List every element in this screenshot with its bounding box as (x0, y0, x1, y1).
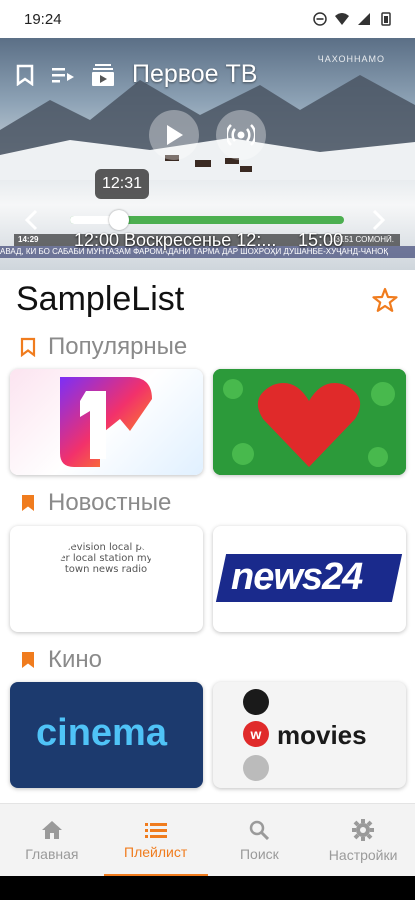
nav-label: Плейлист (124, 843, 188, 860)
prev-channel-icon[interactable] (22, 208, 42, 232)
playlist-title: SampleList (16, 280, 185, 318)
nav-label: Главная (25, 845, 79, 862)
epg-end-time: 15:00 (298, 230, 344, 250)
news24-text: news24 (231, 556, 363, 598)
channel-card-hearts[interactable] (213, 369, 406, 475)
channel-card-mytown[interactable]: television local paper local station my … (10, 526, 203, 632)
section-news: Новостные (20, 489, 171, 517)
bottom-navigation: Главная Плейлист Поиск Настройки (0, 803, 415, 877)
dnd-icon (313, 12, 327, 26)
bookmark-filled-icon (22, 495, 34, 511)
battery-icon (381, 12, 391, 26)
nav-label: Поиск (239, 845, 279, 862)
system-nav-bar (0, 876, 415, 900)
hearts-logo (213, 369, 406, 475)
nav-label: Настройки (328, 846, 398, 863)
section-popular: Популярные (20, 333, 187, 361)
section-cinema: Кино (20, 646, 102, 674)
video-player[interactable]: ЧАХОННАМО Первое ТВ 12:31 14:29 ...3151 … (0, 38, 415, 270)
signal-icon (358, 13, 370, 25)
channel-title: Первое ТВ (132, 60, 258, 88)
seek-bar[interactable] (70, 210, 344, 230)
seek-time-bubble: 12:31 (95, 169, 149, 199)
bookmark-filled-icon (22, 652, 34, 668)
nav-settings[interactable]: Настройки (311, 804, 415, 877)
cast-button[interactable] (216, 110, 266, 160)
mytown-words: television local paper local station my … (57, 542, 155, 575)
mytown-wordcloud: television local paper local station my … (56, 534, 156, 624)
wmovies-text: movies (277, 720, 367, 750)
epg-program: 12:00 Воскресенье 12:... (74, 230, 277, 250)
home-icon (41, 820, 62, 839)
gear-icon (352, 818, 375, 841)
subscriptions-icon[interactable] (92, 63, 114, 86)
section-label: Популярные (48, 333, 188, 360)
svg-text:w: w (250, 726, 262, 742)
play-icon (167, 125, 183, 145)
status-time: 19:24 (24, 10, 62, 28)
next-channel-icon[interactable] (368, 208, 388, 232)
playlist-add-icon[interactable] (52, 66, 74, 84)
bookmark-icon[interactable] (16, 64, 34, 86)
wifi-icon (335, 13, 349, 25)
channel-watermark: ЧАХОННАМО (317, 54, 385, 64)
play-button[interactable] (149, 110, 199, 160)
player-toolbar: Первое ТВ (16, 60, 257, 89)
list-icon (144, 822, 167, 838)
channel-card-news24[interactable]: news24 (213, 526, 406, 632)
nav-playlist[interactable]: Плейлист (103, 804, 208, 877)
channel-card-pervyi[interactable] (10, 369, 203, 475)
channel-card-cinema[interactable]: cinema (10, 682, 203, 788)
broadcast-icon (227, 124, 255, 146)
nav-home[interactable]: Главная (0, 804, 104, 877)
bookmark-outline-icon (20, 337, 36, 357)
star-icon[interactable] (372, 287, 398, 313)
search-icon (250, 820, 270, 840)
channel-card-wmovies[interactable]: w movies (213, 682, 406, 788)
ticker-time: 14:29 (18, 235, 39, 244)
section-label: Кино (48, 646, 102, 673)
status-icons (313, 12, 393, 26)
pervyi-logo (60, 377, 152, 467)
seek-knob[interactable] (109, 210, 130, 230)
status-bar: 19:24 (0, 0, 415, 38)
nav-search[interactable]: Поиск (208, 804, 312, 877)
cinema-text: cinema (36, 712, 167, 754)
section-label: Новостные (48, 489, 172, 516)
